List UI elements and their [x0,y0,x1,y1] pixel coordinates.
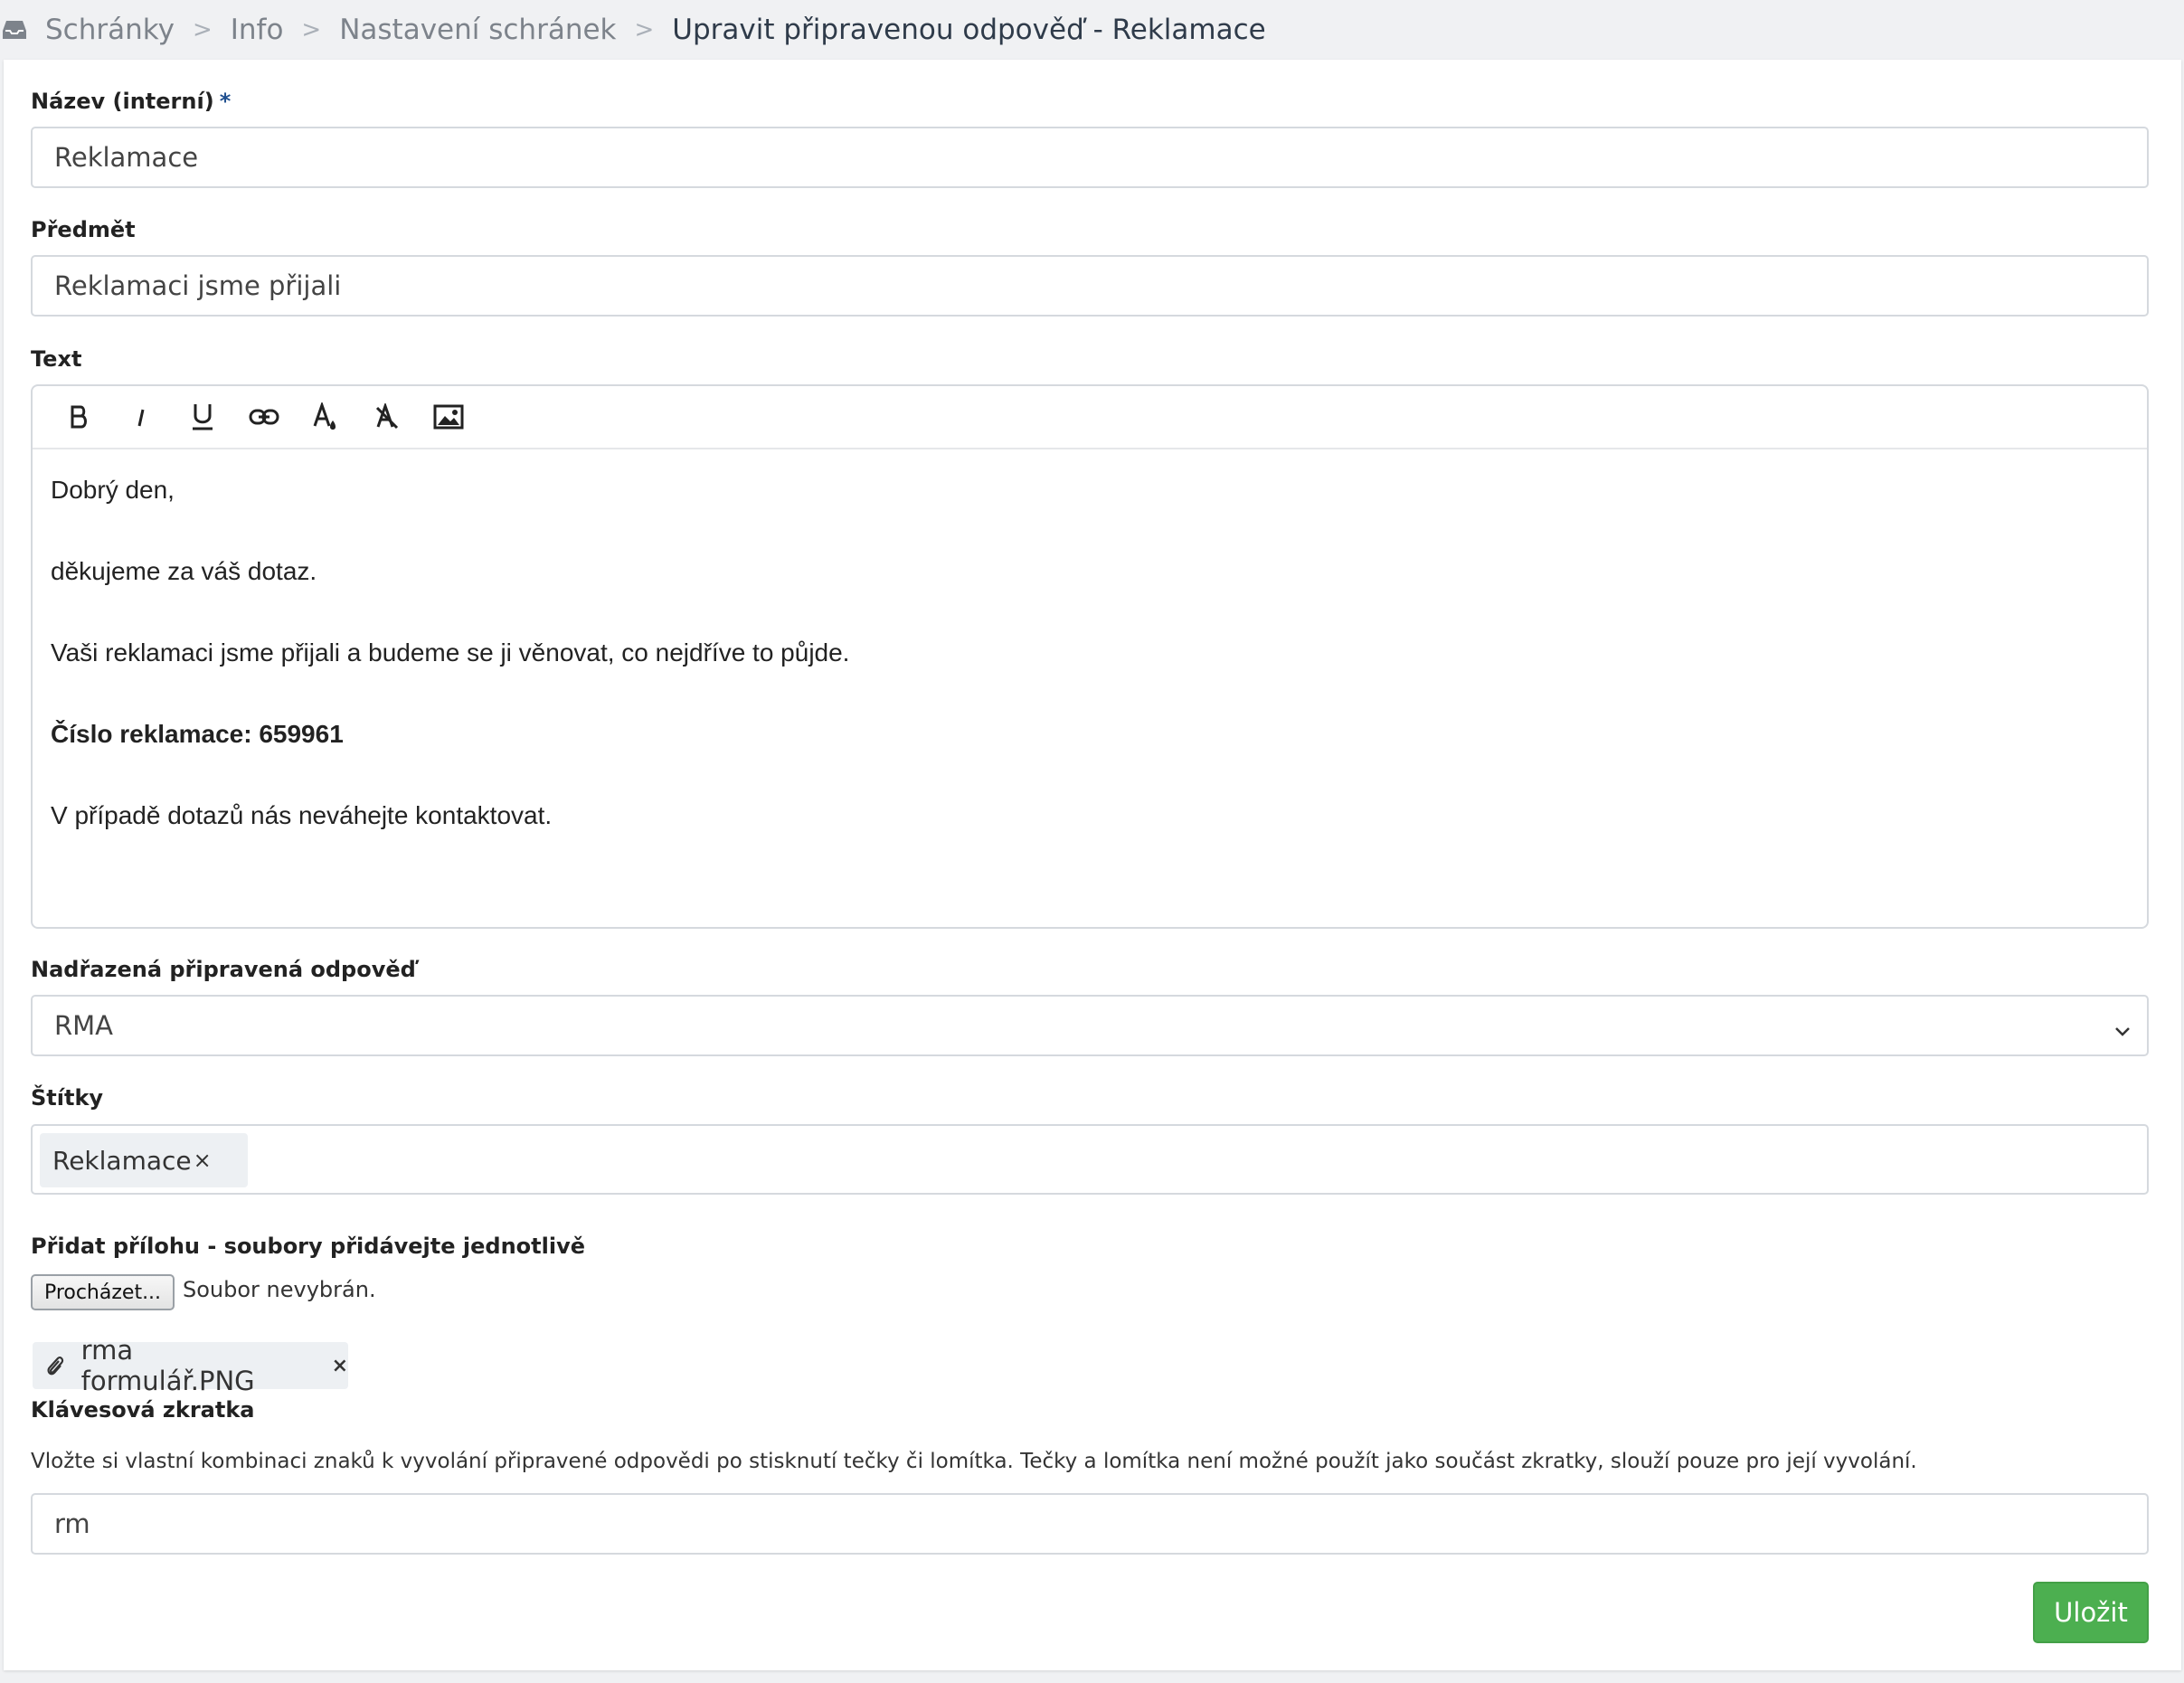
save-button[interactable]: Uložit [2033,1582,2149,1643]
attachment-label: Přidat přílohu - soubory přidávejte jedn… [31,1234,585,1259]
subject-input[interactable]: Reklamaci jsme přijali [31,255,2149,317]
editor-paragraph: V případě dotazů nás neváhejte kontaktov… [51,801,553,829]
italic-icon[interactable] [110,392,172,442]
name-label: Název (interní) * [31,89,231,114]
tags-input[interactable]: Reklamace × [31,1124,2149,1195]
tag-chip: Reklamace × [40,1133,248,1187]
editor-toolbar [33,386,2147,449]
text-color-icon[interactable] [295,392,356,442]
breadcrumb-inboxes[interactable]: Schránky [45,14,175,46]
editor-paragraph-bold: Číslo reklamace: 659961 [51,720,344,748]
paperclip-icon [45,1353,67,1378]
parent-label: Nadřazená připravená odpověď [31,957,416,982]
clear-format-icon[interactable] [356,392,418,442]
attachment-remove-icon[interactable]: × [332,1355,348,1377]
editor-paragraph: Vaši reklamaci jsme přijali a budeme se … [51,638,850,667]
editor-content[interactable]: Dobrý den, děkujeme za váš dotaz. Vaši r… [33,449,2147,882]
shortcut-label: Klávesová zkratka [31,1397,255,1423]
shortcut-help: Vložte si vlastní kombinaci znaků k vyvo… [31,1450,1917,1473]
chevron-down-icon [2113,1016,2132,1047]
tag-label: Reklamace [52,1145,192,1176]
breadcrumb-separator: > [301,16,322,43]
attachment-chip: rma formulář.PNG × [33,1335,348,1396]
breadcrumb-info[interactable]: Info [231,14,284,46]
form-panel: Název (interní) * Reklamace Předmět Rekla… [4,60,2181,1670]
name-input[interactable]: Reklamace [31,127,2149,188]
attachment-filename[interactable]: rma formulář.PNG [81,1335,312,1396]
breadcrumb-separator: > [634,16,655,43]
text-label: Text [31,346,82,372]
parent-select[interactable]: RMA [31,995,2149,1056]
parent-select-value: RMA [54,1010,114,1041]
breadcrumb-inbox-settings[interactable]: Nastavení schránek [339,14,616,46]
breadcrumb: Schránky > Info > Nastavení schránek > U… [0,0,2184,60]
subject-label: Předmět [31,217,136,242]
underline-icon[interactable] [172,392,233,442]
name-label-text: Název (interní) [31,89,214,114]
image-icon[interactable] [418,392,479,442]
browse-button[interactable]: Procházet... [31,1274,175,1310]
editor-paragraph: děkujeme za váš dotaz. [51,557,317,585]
editor-paragraph: Dobrý den, [51,476,175,504]
bold-icon[interactable] [49,392,110,442]
shortcut-input[interactable]: rm [31,1493,2149,1555]
tag-remove-icon[interactable]: × [194,1148,212,1173]
breadcrumb-separator: > [192,16,213,43]
inbox-icon [2,16,29,43]
file-status: Soubor nevybrán. [183,1277,376,1302]
required-mark: * [219,89,232,114]
tags-label: Štítky [31,1085,104,1111]
rich-text-editor[interactable]: Dobrý den, děkujeme za váš dotaz. Vaši r… [31,384,2149,929]
page-title: Upravit připravenou odpověď - Reklamace [672,14,1266,46]
link-icon[interactable] [233,392,295,442]
